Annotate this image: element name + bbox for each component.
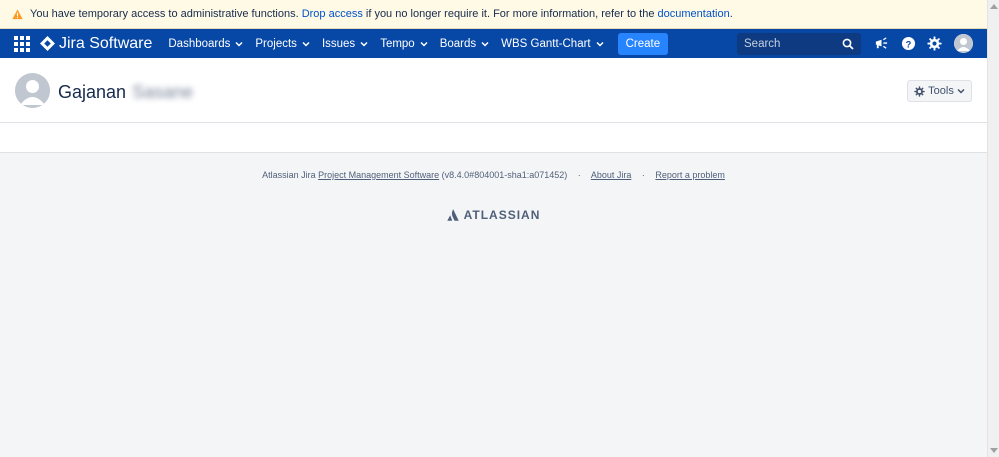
vertical-scrollbar[interactable]	[987, 0, 999, 457]
search-box[interactable]	[737, 33, 861, 55]
profile-header: Gajanan Sasane Tools	[0, 58, 987, 123]
banner-text-middle: if you no longer require it. For more in…	[362, 8, 658, 20]
app-switcher-icon[interactable]	[14, 35, 30, 52]
footer-separator: ·	[641, 170, 645, 180]
logo-text: Jira Software	[59, 34, 153, 52]
nav-dashboards[interactable]: Dashboards	[162, 29, 249, 58]
nav-boards-label: Boards	[439, 37, 477, 50]
gear-icon[interactable]	[927, 36, 942, 51]
admin-access-banner: You have temporary access to administrat…	[0, 0, 987, 29]
nav-tempo[interactable]: Tempo	[374, 29, 434, 58]
nav-issues[interactable]: Issues	[316, 29, 374, 58]
tools-label: Tools	[928, 85, 954, 97]
atlassian-logo[interactable]: ATLASSIAN	[0, 208, 987, 222]
nav-dashboards-label: Dashboards	[168, 37, 231, 50]
nav-wbs-gantt-chart-label: WBS Gantt-Chart	[501, 37, 591, 50]
top-navigation: Jira Software Dashboards Projects Issues…	[0, 29, 987, 58]
banner-text-before: You have temporary access to administrat…	[30, 8, 302, 20]
svg-text:?: ?	[906, 39, 912, 49]
help-icon[interactable]: ?	[901, 36, 916, 51]
content-area	[0, 123, 987, 153]
chevron-down-icon	[481, 41, 489, 47]
chevron-down-icon	[360, 41, 368, 47]
chevron-down-icon	[596, 41, 604, 47]
documentation-link[interactable]: documentation	[658, 8, 730, 20]
banner-text-after: .	[729, 8, 733, 20]
drop-access-link[interactable]: Drop access	[302, 8, 363, 20]
tools-button[interactable]: Tools	[907, 80, 972, 102]
footer-prefix: Atlassian Jira	[262, 170, 319, 180]
atlassian-mark-icon	[446, 209, 459, 221]
chevron-down-icon	[957, 88, 965, 94]
user-silhouette-icon	[15, 73, 50, 108]
nav-boards[interactable]: Boards	[434, 29, 495, 58]
nav-projects-label: Projects	[255, 37, 297, 50]
profile-avatar	[15, 73, 50, 108]
chevron-down-icon	[420, 41, 428, 47]
footer: Atlassian Jira Project Management Softwa…	[0, 170, 987, 180]
nav-issues-label: Issues	[321, 37, 356, 50]
nav-tempo-label: Tempo	[380, 37, 415, 50]
user-silhouette-icon	[954, 34, 973, 53]
last-name-blurred: Sasane	[132, 82, 194, 102]
megaphone-icon[interactable]	[874, 36, 889, 51]
nav-projects[interactable]: Projects	[249, 29, 316, 58]
project-management-software-link[interactable]: Project Management Software	[318, 170, 439, 180]
create-button[interactable]: Create	[617, 32, 669, 55]
warning-icon	[12, 8, 23, 19]
chevron-down-icon	[235, 41, 243, 47]
profile-name: Gajanan Sasane	[58, 82, 193, 103]
scroll-down-arrow-icon[interactable]	[990, 448, 998, 453]
jira-page: You have temporary access to administrat…	[0, 0, 999, 457]
footer-separator: ·	[577, 170, 581, 180]
about-jira-link[interactable]: About Jira	[591, 170, 632, 180]
report-problem-link[interactable]: Report a problem	[655, 170, 725, 180]
nav-wbs-gantt-chart[interactable]: WBS Gantt-Chart	[495, 29, 609, 58]
jira-logo[interactable]: Jira Software	[40, 35, 152, 53]
atlassian-wordmark: ATLASSIAN	[463, 208, 541, 222]
first-name: Gajanan	[58, 82, 127, 102]
scroll-up-arrow-icon[interactable]	[990, 4, 998, 9]
footer-version: (v8.4.0#804001-sha1:a071452)	[439, 170, 568, 180]
jira-diamond-icon	[40, 36, 55, 51]
search-input[interactable]	[737, 38, 837, 50]
gear-icon	[914, 85, 925, 97]
chevron-down-icon	[302, 41, 310, 47]
search-icon[interactable]	[842, 38, 854, 50]
user-avatar[interactable]	[954, 34, 973, 53]
